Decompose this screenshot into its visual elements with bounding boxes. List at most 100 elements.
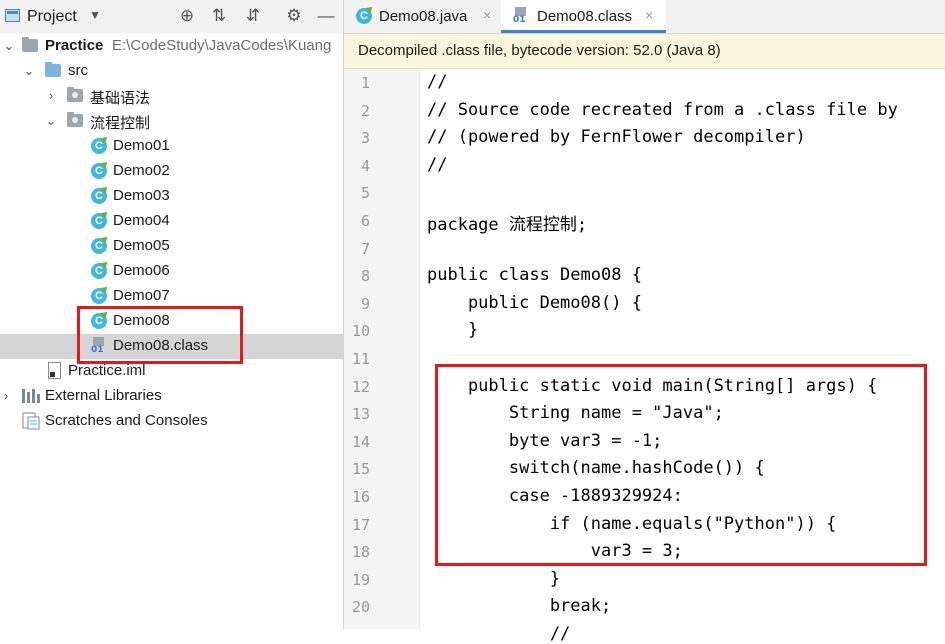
project-toolbar: Project ▼ ⊕ ⇅ ⇵ ⚙ — <box>0 0 343 33</box>
banner-text: Decompiled .class file, bytecode version… <box>358 42 721 59</box>
line-number: 18 <box>351 543 370 562</box>
source-folder-icon <box>45 62 61 77</box>
tree-item-label: Practice <box>45 37 104 54</box>
java-class-icon: C <box>91 163 107 179</box>
java-class-icon: C <box>91 288 107 304</box>
tree-item-demo06[interactable]: C Demo06 <box>0 259 343 284</box>
tree-item-demo01[interactable]: C Demo01 <box>0 134 343 159</box>
chevron-down-icon[interactable]: ⌄ <box>45 113 57 129</box>
chevron-down-icon[interactable]: ▼ <box>89 8 101 22</box>
line-number: 5 <box>360 184 370 203</box>
project-view-selector[interactable]: Project <box>27 8 77 26</box>
editor-tabs: C Demo08.java × 01 Demo08.class × <box>344 0 945 34</box>
scratches-icon <box>22 412 40 430</box>
highlight-box <box>435 364 927 566</box>
code-line: break; <box>427 596 612 617</box>
code-line: public class Demo08 { <box>427 265 642 286</box>
line-number: 1 <box>360 74 370 92</box>
tree-item-path: E:\CodeStudy\JavaCodes\Kuang <box>112 37 332 54</box>
project-view-icon <box>5 9 20 22</box>
tab-label: Demo08.java <box>379 8 468 25</box>
line-number: 12 <box>351 377 370 396</box>
line-number: 19 <box>351 570 370 589</box>
line-number: 7 <box>360 239 370 258</box>
tree-item-demo02[interactable]: C Demo02 <box>0 159 343 184</box>
close-icon[interactable]: × <box>483 7 491 23</box>
line-number: 8 <box>360 267 370 286</box>
highlight-box <box>77 306 243 364</box>
chevron-right-icon[interactable]: › <box>45 88 57 103</box>
tree-item-practice[interactable]: ⌄ Practice E:\CodeStudy\JavaCodes\Kuang <box>0 34 343 59</box>
tree-item-src[interactable]: ⌄ src <box>0 59 343 84</box>
line-number: 11 <box>351 350 370 368</box>
line-number: 6 <box>360 212 370 230</box>
tree-item-package-2[interactable]: ⌄ 流程控制 <box>0 109 343 134</box>
code-line: // <box>427 154 448 175</box>
line-number: 10 <box>351 322 370 341</box>
tree-item-label: Demo07 <box>113 287 170 304</box>
line-number: 13 <box>351 405 370 424</box>
tree-item-label: Demo01 <box>113 137 170 154</box>
chevron-down-icon[interactable]: ⌄ <box>3 38 15 54</box>
line-number-gutter: 1 2 3 4 5 6 7 8 9 10 11 12 13 14 15 16 17 18 19 20 <box>344 69 420 629</box>
code-line: } <box>427 568 561 589</box>
code-line: public Demo08() { <box>427 292 642 313</box>
tree-item-demo05[interactable]: C Demo05 <box>0 234 343 259</box>
code-line: } <box>427 320 479 341</box>
code-line: // <box>427 624 571 644</box>
java-class-icon: C <box>91 213 107 229</box>
line-number: 16 <box>351 488 370 506</box>
locate-icon[interactable]: ⊕ <box>176 5 198 27</box>
tab-demo08-java[interactable]: C Demo08.java × <box>344 0 501 33</box>
tree-item-package-1[interactable]: › 基础语法 <box>0 84 343 109</box>
decompiled-banner: Decompiled .class file, bytecode version… <box>344 34 945 69</box>
collapse-all-icon[interactable]: ⇵ <box>242 5 264 27</box>
tree-item-demo04[interactable]: C Demo04 <box>0 209 343 234</box>
library-icon <box>22 389 40 403</box>
tab-label: Demo08.class <box>537 8 633 25</box>
tree-item-label: Demo06 <box>113 262 170 279</box>
package-icon <box>67 87 83 102</box>
java-class-icon: C <box>91 188 107 204</box>
tree-item-external-libraries[interactable]: › External Libraries <box>0 384 343 409</box>
tree-item-label: 流程控制 <box>90 115 151 132</box>
java-class-icon: C <box>91 263 107 279</box>
line-number: 17 <box>351 515 370 534</box>
tree-item-label: Demo02 <box>113 162 170 179</box>
line-number: 3 <box>360 129 370 148</box>
tab-demo08-class[interactable]: 01 Demo08.class × <box>501 0 666 33</box>
chevron-down-icon[interactable]: ⌄ <box>23 63 35 79</box>
package-icon <box>67 112 83 127</box>
project-panel: Project ▼ ⊕ ⇅ ⇵ ⚙ — ⌄ Practice E:\CodeSt… <box>0 0 344 629</box>
code-line: package 流程控制; <box>427 215 588 235</box>
tree-item-scratches[interactable]: Scratches and Consoles <box>0 409 343 434</box>
code-line: // (powered by FernFlower decompiler) <box>427 127 806 148</box>
line-number: 15 <box>351 460 370 479</box>
code-line: // Source code recreated from a .class f… <box>427 99 898 120</box>
gear-icon[interactable]: ⚙ <box>283 5 305 27</box>
java-class-icon: C <box>91 138 107 154</box>
tree-item-label: Demo04 <box>113 212 170 229</box>
class-file-icon: 01 <box>513 7 529 25</box>
tree-item-label: Demo03 <box>113 187 170 204</box>
tree-item-label: 基础语法 <box>90 90 151 107</box>
module-folder-icon <box>22 37 38 52</box>
iml-file-icon <box>48 362 61 379</box>
line-number: 4 <box>360 156 370 175</box>
tree-item-demo03[interactable]: C Demo03 <box>0 184 343 209</box>
java-class-icon: C <box>91 238 107 254</box>
minimize-icon[interactable]: — <box>315 5 337 27</box>
line-number: 20 <box>351 598 370 617</box>
tree-item-label: Demo05 <box>113 237 170 254</box>
tree-item-label: External Libraries <box>45 387 162 404</box>
line-number: 14 <box>351 432 370 451</box>
line-number: 2 <box>360 101 370 120</box>
chevron-right-icon[interactable]: › <box>0 388 12 403</box>
tree-item-label: src <box>68 62 88 79</box>
expand-all-icon[interactable]: ⇅ <box>208 5 230 27</box>
tree-item-label: Scratches and Consoles <box>45 412 208 429</box>
code-line: // <box>427 72 448 92</box>
tree-item-label: Practice.iml <box>68 362 146 379</box>
line-number: 9 <box>360 294 370 313</box>
close-icon[interactable]: × <box>645 7 653 23</box>
